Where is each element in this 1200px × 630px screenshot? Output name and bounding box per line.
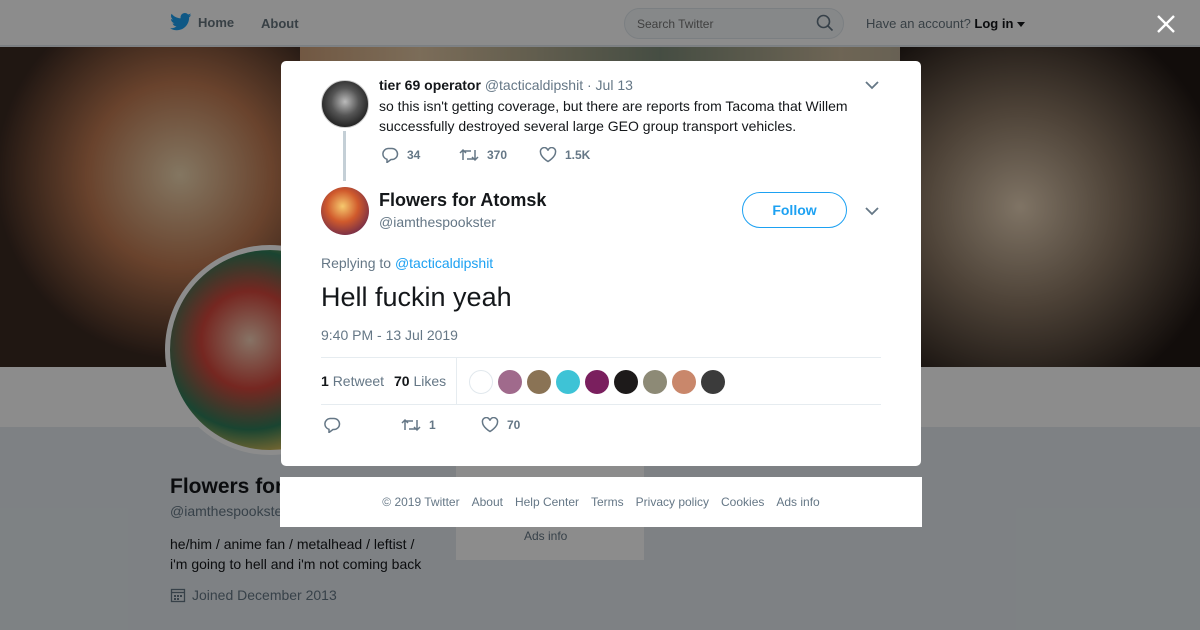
- close-icon[interactable]: [1154, 12, 1178, 36]
- footer-cookies[interactable]: Cookies: [721, 495, 764, 509]
- chevron-down-icon[interactable]: [865, 80, 879, 90]
- liker-avatar[interactable]: [498, 370, 522, 394]
- stats-divider: [456, 358, 457, 404]
- retweet-icon: [459, 148, 479, 162]
- liker-avatar[interactable]: [527, 370, 551, 394]
- replying-prefix: Replying to: [321, 255, 392, 271]
- like-stat-count: 70: [394, 373, 410, 389]
- footer-terms[interactable]: Terms: [591, 495, 624, 509]
- retweet-action-count: 1: [429, 418, 436, 432]
- reply-icon: [324, 417, 341, 433]
- parent-tweet-header: tier 69 operator @tacticaldipshit · Jul …: [379, 77, 633, 93]
- liker-avatar[interactable]: [585, 370, 609, 394]
- retweet-stat[interactable]: 1 Retweet: [321, 373, 384, 389]
- parent-retweet-action[interactable]: 370: [459, 147, 539, 163]
- tweet-author-handle[interactable]: @iamthespookster: [379, 214, 496, 230]
- footer-about[interactable]: About: [472, 495, 503, 509]
- parent-retweet-count: 370: [487, 148, 508, 162]
- modal-footer: © 2019 Twitter About Help Center Terms P…: [280, 477, 922, 527]
- liker-avatar[interactable]: [672, 370, 696, 394]
- liker-avatar[interactable]: [556, 370, 580, 394]
- parent-handle[interactable]: @tacticaldipshit: [485, 77, 583, 93]
- tweet-text: Hell fuckin yeah: [321, 282, 512, 312]
- parent-separator: ·: [586, 77, 592, 93]
- parent-name[interactable]: tier 69 operator: [379, 77, 481, 93]
- follow-button[interactable]: Follow: [742, 192, 847, 228]
- retweet-icon: [401, 418, 421, 432]
- reply-action[interactable]: [323, 417, 401, 433]
- like-stat[interactable]: 70 Likes: [394, 373, 446, 389]
- replying-to: Replying to @tacticaldipshit: [321, 255, 493, 271]
- retweet-stat-count: 1: [321, 373, 329, 389]
- footer-copyright: © 2019 Twitter: [382, 495, 460, 509]
- parent-tweet-text: so this isn't getting coverage, but ther…: [379, 98, 848, 134]
- parent-date[interactable]: Jul 13: [596, 77, 633, 93]
- like-stat-label: Likes: [413, 373, 447, 389]
- liker-avatar[interactable]: [701, 370, 725, 394]
- parent-reply-count: 34: [407, 148, 421, 162]
- footer-privacy[interactable]: Privacy policy: [636, 495, 709, 509]
- tweet-avatar[interactable]: [321, 187, 369, 235]
- tweet-timestamp[interactable]: 9:40 PM - 13 Jul 2019: [321, 327, 458, 343]
- tweet-modal: tier 69 operator @tacticaldipshit · Jul …: [281, 61, 921, 466]
- retweet-stat-label: Retweet: [332, 373, 385, 389]
- liker-avatar[interactable]: [469, 370, 493, 394]
- parent-like-count: 1.5K: [565, 148, 591, 162]
- tweet-stats: 1 Retweet 70 Likes: [321, 357, 881, 405]
- tweet-actions: 1 70: [323, 417, 520, 433]
- heart-icon: [481, 417, 499, 433]
- liker-avatar[interactable]: [643, 370, 667, 394]
- reply-icon: [382, 147, 399, 163]
- parent-avatar[interactable]: [321, 80, 369, 128]
- parent-tweet-actions: 34 370 1.5K: [381, 147, 590, 163]
- footer-ads[interactable]: Ads info: [776, 495, 819, 509]
- parent-like-action[interactable]: 1.5K: [539, 147, 590, 163]
- liker-avatar[interactable]: [614, 370, 638, 394]
- retweet-action[interactable]: 1: [401, 417, 481, 433]
- like-action-count: 70: [507, 418, 521, 432]
- footer-help[interactable]: Help Center: [515, 495, 579, 509]
- replying-to-link[interactable]: @tacticaldipshit: [395, 255, 493, 271]
- like-action[interactable]: 70: [481, 417, 520, 433]
- heart-icon: [539, 147, 557, 163]
- tweet-author-name[interactable]: Flowers for Atomsk: [379, 190, 546, 211]
- parent-reply-action[interactable]: 34: [381, 147, 459, 163]
- chevron-down-icon[interactable]: [865, 206, 879, 216]
- thread-line: [343, 131, 346, 181]
